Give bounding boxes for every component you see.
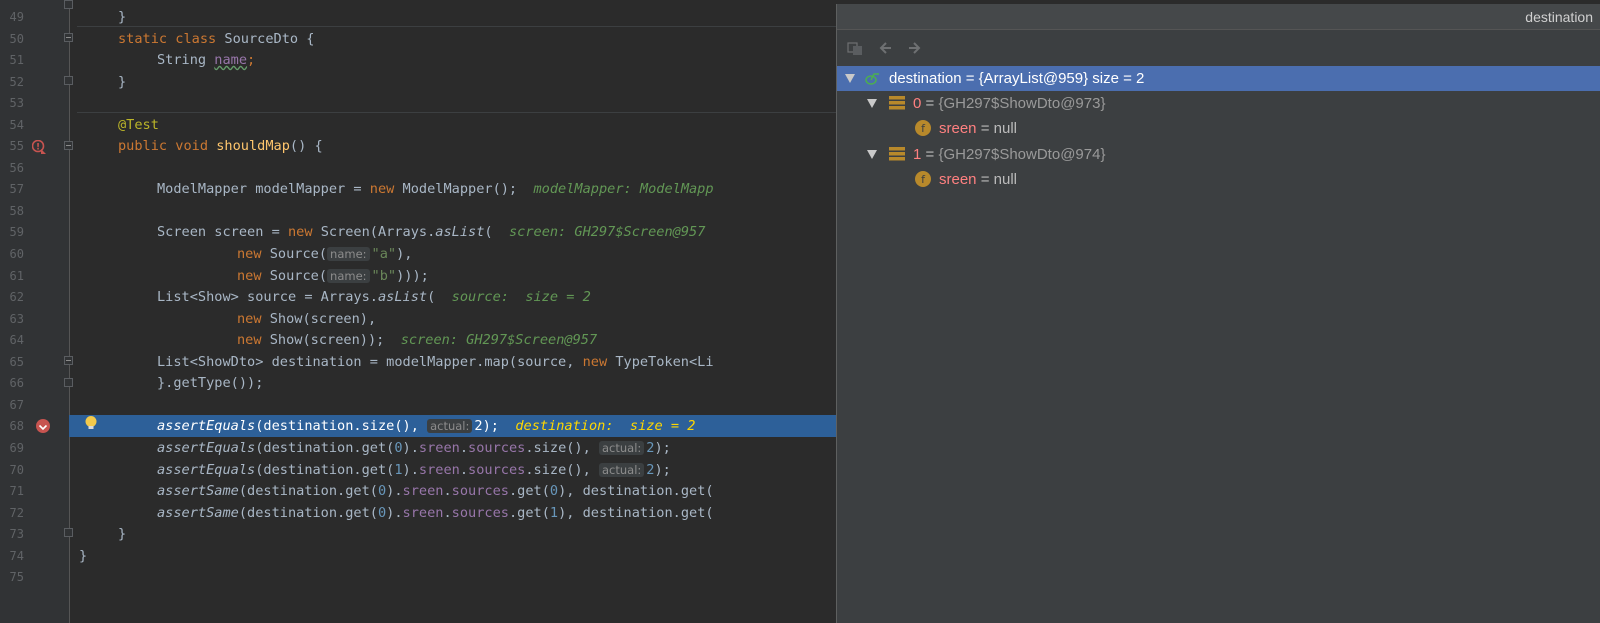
line-number: 51: [9, 53, 24, 67]
line-number: 56: [9, 161, 24, 175]
object-icon: [889, 147, 905, 161]
fold-marker[interactable]: [64, 76, 73, 85]
popup-toolbar: [837, 30, 1600, 66]
parameter-hint: name:: [327, 247, 370, 261]
field-icon: f: [915, 120, 931, 136]
code-line-57[interactable]: ModelMapper modelMapper = new ModelMappe…: [157, 178, 714, 200]
svg-text:!: !: [36, 143, 40, 153]
code-line-49[interactable]: }: [118, 6, 126, 28]
expand-triangle-icon[interactable]: [867, 99, 877, 108]
line-number: 59: [9, 225, 24, 239]
line-number: 52: [9, 75, 24, 89]
fold-marker[interactable]: [64, 356, 73, 365]
code-line-72[interactable]: assertSame(destination.get(0).sreen.sour…: [157, 502, 714, 524]
object-icon: [889, 96, 905, 110]
line-number: 49: [9, 10, 24, 24]
code-editor[interactable]: 49 50 51 52 53 54 55 56 57 58 59 60 61 6…: [0, 0, 836, 623]
line-number: 69: [9, 441, 24, 455]
code-line-55[interactable]: public void shouldMap() {: [118, 135, 323, 157]
line-number: 67: [9, 398, 24, 412]
line-number: 68: [9, 419, 24, 433]
tree-row-destination[interactable]: destination = {ArrayList@959} size = 2: [837, 66, 1600, 91]
method-separator: [77, 26, 836, 27]
code-line-68[interactable]: assertEquals(destination.size(), actual:…: [157, 415, 695, 437]
parameter-hint: name:: [327, 269, 370, 283]
line-number: 55: [9, 139, 24, 153]
tree-row-field-sreen[interactable]: f sreen = null: [837, 167, 1600, 192]
gutter[interactable]: 49 50 51 52 53 54 55 56 57 58 59 60 61 6…: [0, 0, 73, 623]
line-number: 62: [9, 290, 24, 304]
collapse-icon[interactable]: [847, 40, 863, 56]
line-number: 70: [9, 463, 24, 477]
line-number: 64: [9, 333, 24, 347]
code-line-65[interactable]: List<ShowDto> destination = modelMapper.…: [157, 351, 714, 373]
method-separator: [77, 112, 836, 113]
code-line-60[interactable]: new Source(name: "a"),: [237, 243, 412, 265]
inline-debug-value: source: size = 2: [451, 289, 591, 305]
code-line-74[interactable]: }: [79, 545, 87, 567]
tree-row-field-sreen[interactable]: f sreen = null: [837, 116, 1600, 141]
breakpoint-check-icon[interactable]: [36, 419, 50, 433]
fold-marker[interactable]: [64, 0, 73, 9]
line-number: 71: [9, 484, 24, 498]
code-line-59[interactable]: Screen screen = new Screen(Arrays.asList…: [157, 221, 705, 243]
code-line-61[interactable]: new Source(name: "b")));: [237, 265, 429, 287]
line-number: 58: [9, 204, 24, 218]
fold-marker[interactable]: [64, 528, 73, 537]
line-number: 57: [9, 182, 24, 196]
field-icon: f: [915, 171, 931, 187]
lightbulb-icon[interactable]: [84, 415, 98, 433]
expand-triangle-icon[interactable]: [845, 74, 855, 83]
code-line-62[interactable]: List<Show> source = Arrays.asList( sourc…: [157, 286, 591, 308]
line-number: 63: [9, 312, 24, 326]
code-line-54[interactable]: @Test: [118, 114, 159, 136]
code-line-51[interactable]: String name;: [157, 49, 255, 71]
line-number: 53: [9, 96, 24, 110]
code-line-64[interactable]: new Show(screen)); screen: GH297$Screen@…: [237, 329, 597, 351]
popup-title: destination: [837, 4, 1600, 30]
forward-arrow-icon[interactable]: [907, 40, 923, 56]
line-number: 60: [9, 247, 24, 261]
breakpoint-warning-icon[interactable]: !: [32, 140, 46, 154]
expand-triangle-icon[interactable]: [867, 150, 877, 159]
line-number: 75: [9, 570, 24, 584]
watch-icon: [865, 73, 879, 85]
variable-inspector-popup[interactable]: destination destination = {ArrayList@959…: [836, 4, 1600, 623]
line-number: 72: [9, 506, 24, 520]
code-line-73[interactable]: }: [118, 523, 126, 545]
code-line-71[interactable]: assertSame(destination.get(0).sreen.sour…: [157, 480, 714, 502]
code-line-63[interactable]: new Show(screen),: [237, 308, 376, 330]
line-number: 73: [9, 527, 24, 541]
inline-debug-value: modelMapper: ModelMapp: [533, 181, 714, 197]
tree-row-item-1[interactable]: 1 = {GH297$ShowDto@974}: [837, 142, 1600, 167]
parameter-hint: actual:: [427, 419, 473, 433]
fold-marker[interactable]: [64, 33, 73, 42]
parameter-hint: actual:: [599, 441, 645, 455]
line-number: 74: [9, 549, 24, 563]
line-number: 61: [9, 269, 24, 283]
code-line-66[interactable]: }.getType());: [157, 372, 263, 394]
line-number: 65: [9, 355, 24, 369]
fold-marker[interactable]: [64, 141, 73, 150]
back-arrow-icon[interactable]: [877, 40, 893, 56]
code-line-50[interactable]: static class SourceDto {: [118, 28, 314, 50]
fold-marker[interactable]: [64, 378, 73, 387]
line-number: 54: [9, 118, 24, 132]
code-line-52[interactable]: }: [118, 71, 126, 93]
code-line-70[interactable]: assertEquals(destination.get(1).sreen.so…: [157, 459, 671, 481]
line-number: 50: [9, 32, 24, 46]
inline-debug-value: destination: size = 2: [515, 418, 696, 434]
line-number: 66: [9, 376, 24, 390]
inline-debug-value: screen: GH297$Screen@957: [400, 332, 598, 348]
tree-row-item-0[interactable]: 0 = {GH297$ShowDto@973}: [837, 91, 1600, 116]
inline-debug-value: screen: GH297$Screen@957: [508, 224, 706, 240]
code-line-69[interactable]: assertEquals(destination.get(0).sreen.so…: [157, 437, 671, 459]
parameter-hint: actual:: [599, 463, 645, 477]
